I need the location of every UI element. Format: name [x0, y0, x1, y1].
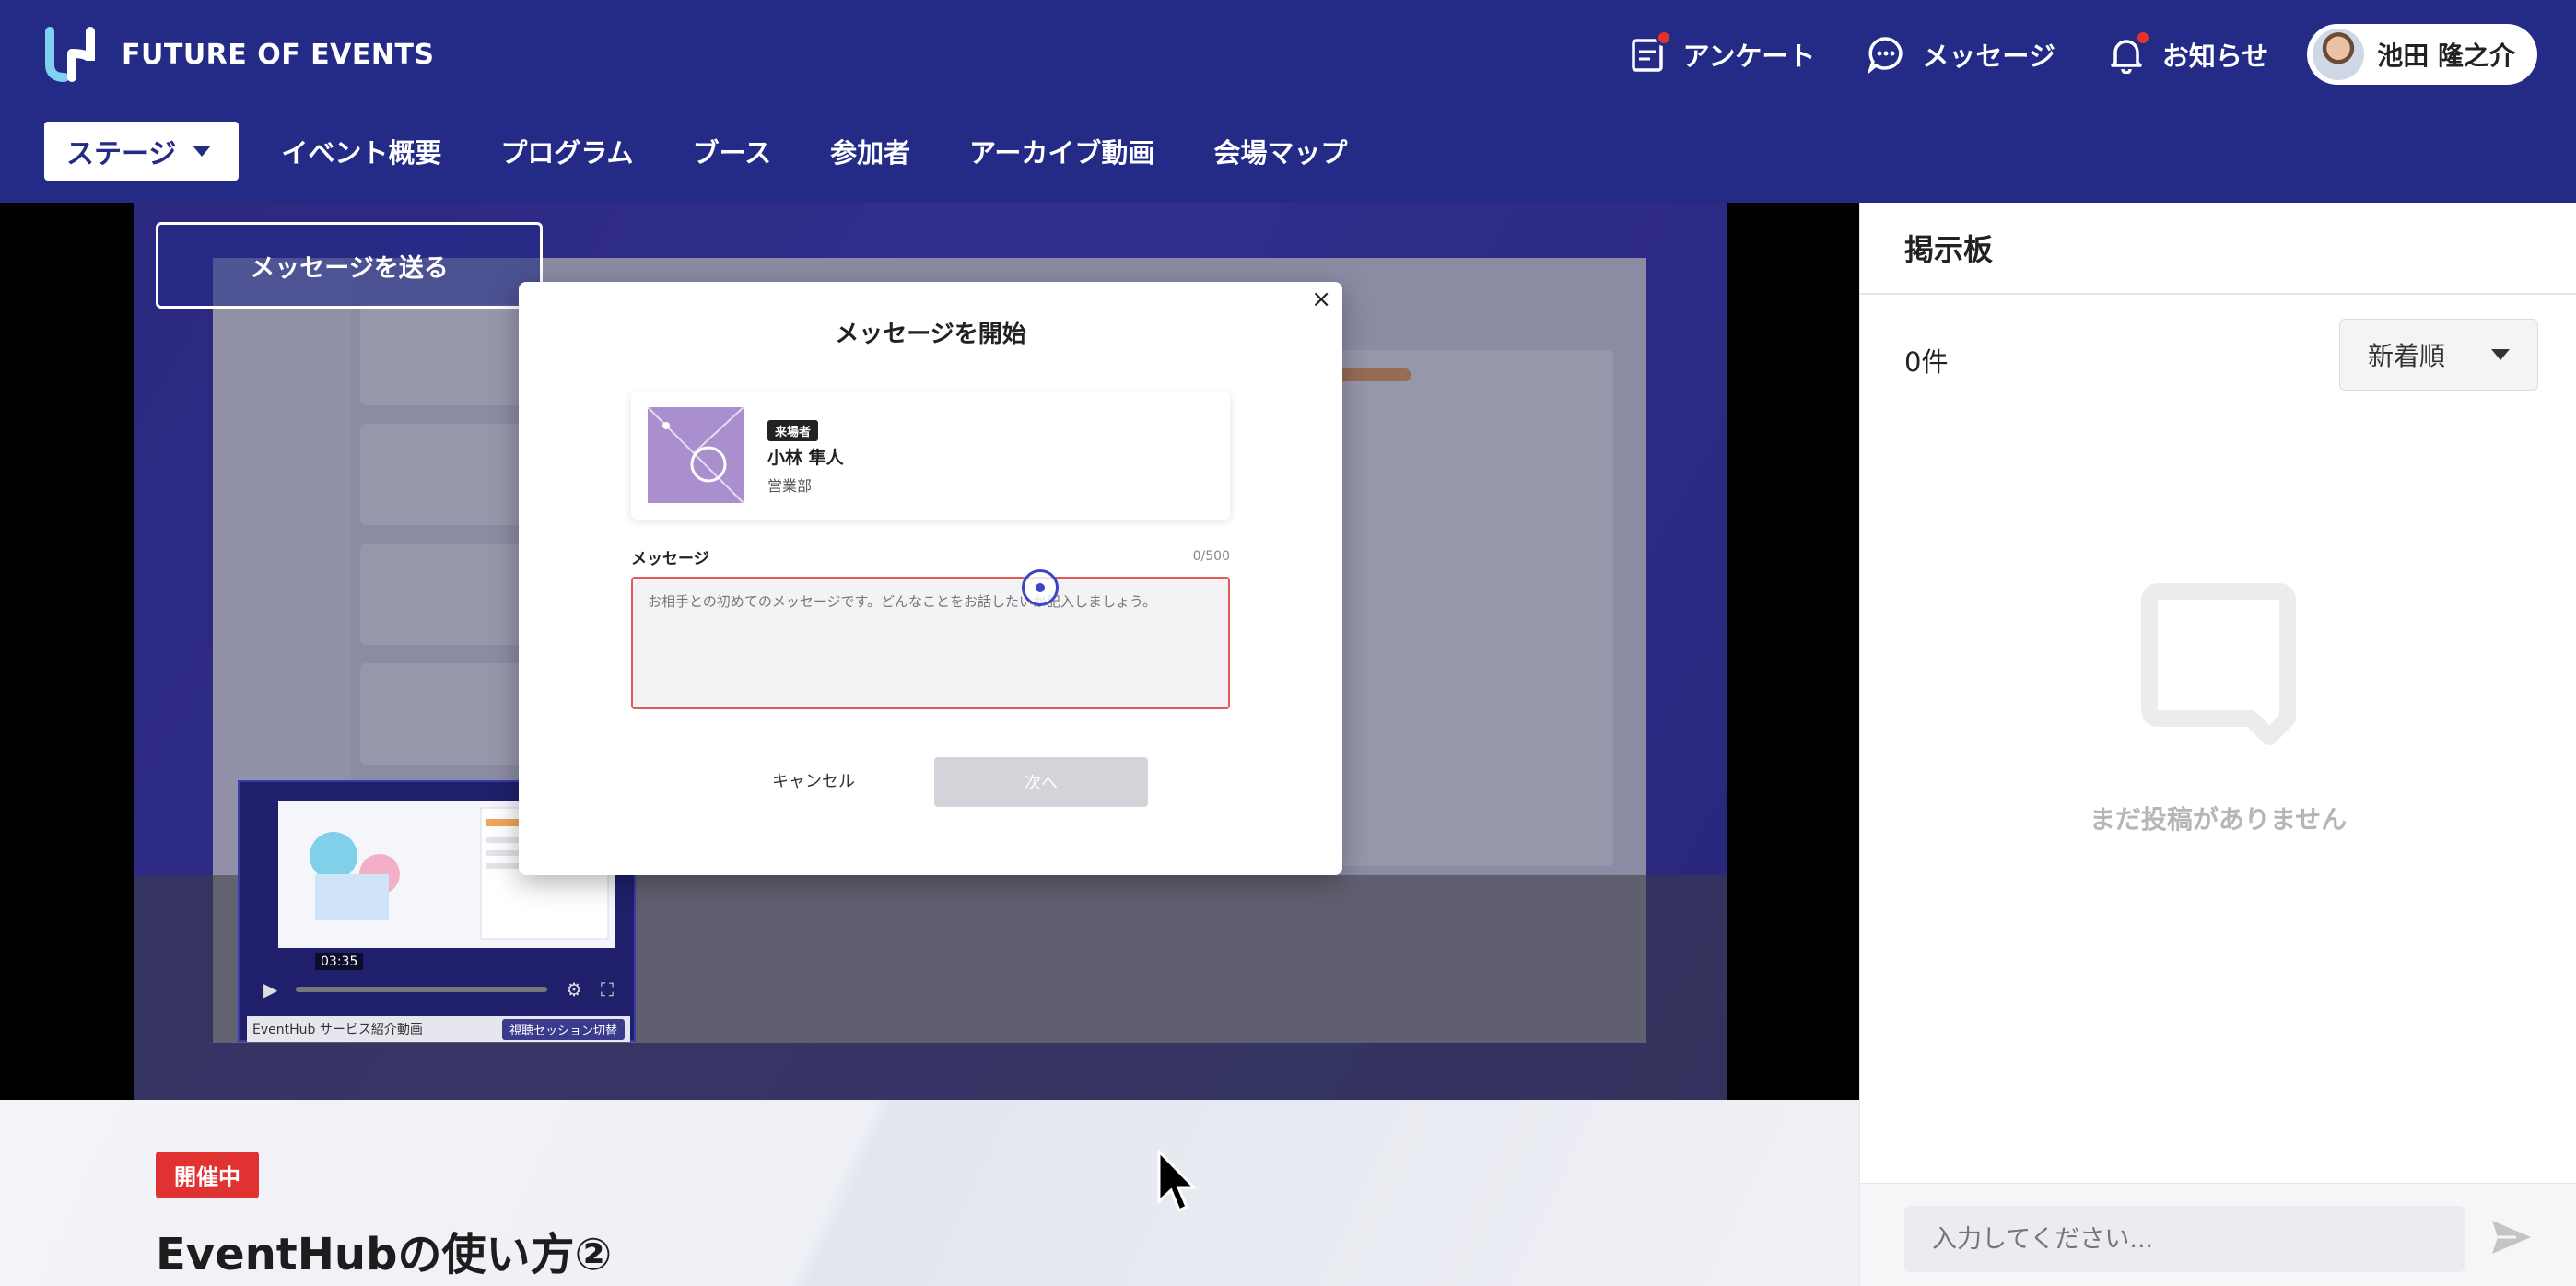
main-nav: ステージ イベント概要 プログラム ブース 参加者 アーカイブ動画 会場マップ: [44, 122, 1406, 181]
settings-icon[interactable]: ⚙: [566, 978, 582, 1000]
user-menu[interactable]: 池田 隆之介: [2307, 24, 2537, 85]
recipient-card: 来場者 小林 隼人 営業部: [631, 392, 1230, 520]
send-icon[interactable]: [2490, 1219, 2533, 1256]
survey-label: アンケート: [1682, 41, 1816, 72]
play-icon[interactable]: ▶: [263, 978, 277, 1000]
nav-item-booth[interactable]: ブース: [693, 132, 772, 170]
mini-video-progress[interactable]: [296, 987, 548, 992]
recipient-avatar: [648, 407, 744, 503]
stage-area: メッセージを送る × 03:35 ▶ ⚙ ⛶ EventHub サービス紹介動画: [0, 203, 1859, 1100]
nav-stage-label: ステージ: [66, 138, 177, 170]
avatar: [2313, 29, 2365, 80]
mini-video-caption-bar: EventHub サービス紹介動画 視聴セッション切替: [247, 1016, 630, 1042]
recipient-name: 小林 隼人: [767, 448, 844, 468]
cancel-button[interactable]: キャンセル: [749, 757, 878, 803]
bell-icon: [2107, 29, 2151, 75]
close-icon[interactable]: ×: [1311, 286, 1331, 313]
board-composer: [1860, 1183, 2576, 1286]
messages-button[interactable]: メッセージ: [1867, 35, 2055, 76]
sort-selected-value: 新着順: [2368, 341, 2446, 371]
nav-item-participants[interactable]: 参加者: [830, 132, 910, 170]
empty-chat-icon: [2141, 583, 2296, 745]
sort-dropdown[interactable]: 新着順: [2339, 319, 2538, 391]
notifications-button[interactable]: お知らせ: [2107, 29, 2269, 75]
brand-name: FUTURE OF EVENTS: [122, 38, 435, 71]
message-field-label: メッセージ: [631, 550, 709, 568]
user-name: 池田 隆之介: [2377, 41, 2515, 71]
next-button[interactable]: 次へ: [934, 757, 1148, 807]
message-char-count: 0/500: [1192, 549, 1230, 564]
nav-item-event-overview[interactable]: イベント概要: [281, 132, 441, 170]
empty-state-text: まだ投稿がありません: [2089, 804, 2348, 835]
session-title: EventHubの使い方②: [156, 1229, 613, 1280]
nav-item-archive-videos[interactable]: アーカイブ動画: [969, 132, 1154, 170]
chevron-down-icon: [193, 146, 212, 157]
message-textarea[interactable]: [631, 577, 1230, 709]
header-actions: アンケート メッセージ お知らせ 池田 隆之介: [1576, 22, 2537, 87]
click-indicator: [1022, 569, 1059, 606]
notifications-label: お知らせ: [2161, 41, 2269, 72]
session-switch-button[interactable]: 視聴セッション切替: [501, 1018, 625, 1040]
mini-video-controls: ▶ ⚙ ⛶: [240, 966, 638, 1012]
nav-item-program[interactable]: プログラム: [500, 132, 633, 170]
board-post-count: 0件: [1904, 346, 1949, 378]
survey-button[interactable]: アンケート: [1628, 29, 1816, 74]
send-message-button[interactable]: メッセージを送る: [156, 222, 543, 309]
session-info: 開催中 EventHubの使い方②: [0, 1100, 1859, 1286]
recipient-role-badge: 来場者: [767, 420, 819, 441]
fullscreen-icon[interactable]: ⛶: [601, 978, 614, 1000]
survey-icon: [1628, 29, 1672, 74]
mouse-pointer-icon: [1157, 1150, 1198, 1213]
notifications-badge: [2134, 29, 2151, 46]
board-title: 掲示板: [1860, 203, 2576, 295]
survey-badge: [1655, 29, 1672, 46]
modal-title: メッセージを開始: [835, 321, 1026, 348]
brand-logo[interactable]: FUTURE OF EVENTS: [44, 26, 435, 83]
messages-label: メッセージ: [1922, 41, 2055, 72]
chevron-down-icon: [2491, 349, 2510, 360]
board-post-input[interactable]: [1904, 1206, 2465, 1272]
mini-video-title: EventHub サービス紹介動画: [252, 1023, 423, 1037]
logo-icon: [44, 26, 98, 83]
message-icon: [1867, 35, 1905, 76]
status-badge: 開催中: [156, 1152, 259, 1198]
message-board: 掲示板 0件 新着順 まだ投稿がありません: [1859, 203, 2576, 1286]
nav-stage-dropdown[interactable]: ステージ: [44, 122, 240, 181]
recipient-department: 営業部: [767, 477, 813, 495]
top-header: FUTURE OF EVENTS アンケート メッセージ お知らせ 池田 隆之介: [0, 0, 2576, 203]
start-message-modal: × メッセージを開始 来場者 小林 隼人 営業部 メッセージ 0/500 キャン…: [519, 282, 1342, 875]
nav-item-venue-map[interactable]: 会場マップ: [1213, 132, 1347, 170]
